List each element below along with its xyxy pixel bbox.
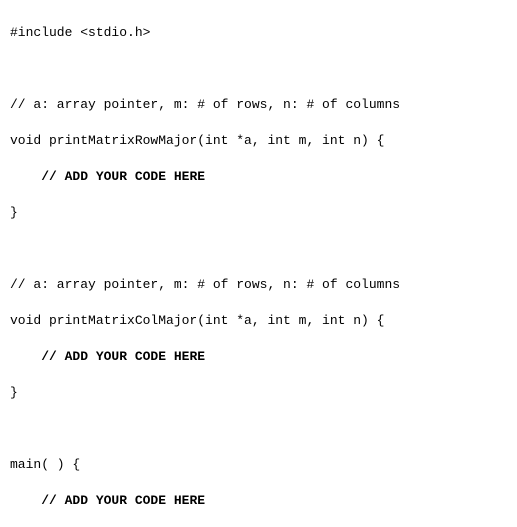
code-line <box>10 240 507 258</box>
placeholder-comment: // ADD YOUR CODE HERE <box>41 169 205 184</box>
indent <box>10 493 41 508</box>
code-line: // ADD YOUR CODE HERE <box>10 168 507 186</box>
placeholder-comment: // ADD YOUR CODE HERE <box>41 349 205 364</box>
code-line: void printMatrixColMajor(int *a, int m, … <box>10 312 507 330</box>
code-snippet: #include <stdio.h> // a: array pointer, … <box>0 0 517 527</box>
indent <box>10 169 41 184</box>
code-line <box>10 60 507 78</box>
code-line: // ADD YOUR CODE HERE <box>10 348 507 366</box>
code-line: // a: array pointer, m: # of rows, n: # … <box>10 276 507 294</box>
code-line: // ADD YOUR CODE HERE <box>10 492 507 510</box>
code-line <box>10 420 507 438</box>
code-line: #include <stdio.h> <box>10 24 507 42</box>
code-line: void printMatrixRowMajor(int *a, int m, … <box>10 132 507 150</box>
code-line: main( ) { <box>10 456 507 474</box>
code-line: } <box>10 384 507 402</box>
placeholder-comment: // ADD YOUR CODE HERE <box>41 493 205 508</box>
code-line: // a: array pointer, m: # of rows, n: # … <box>10 96 507 114</box>
indent <box>10 349 41 364</box>
code-line: } <box>10 204 507 222</box>
